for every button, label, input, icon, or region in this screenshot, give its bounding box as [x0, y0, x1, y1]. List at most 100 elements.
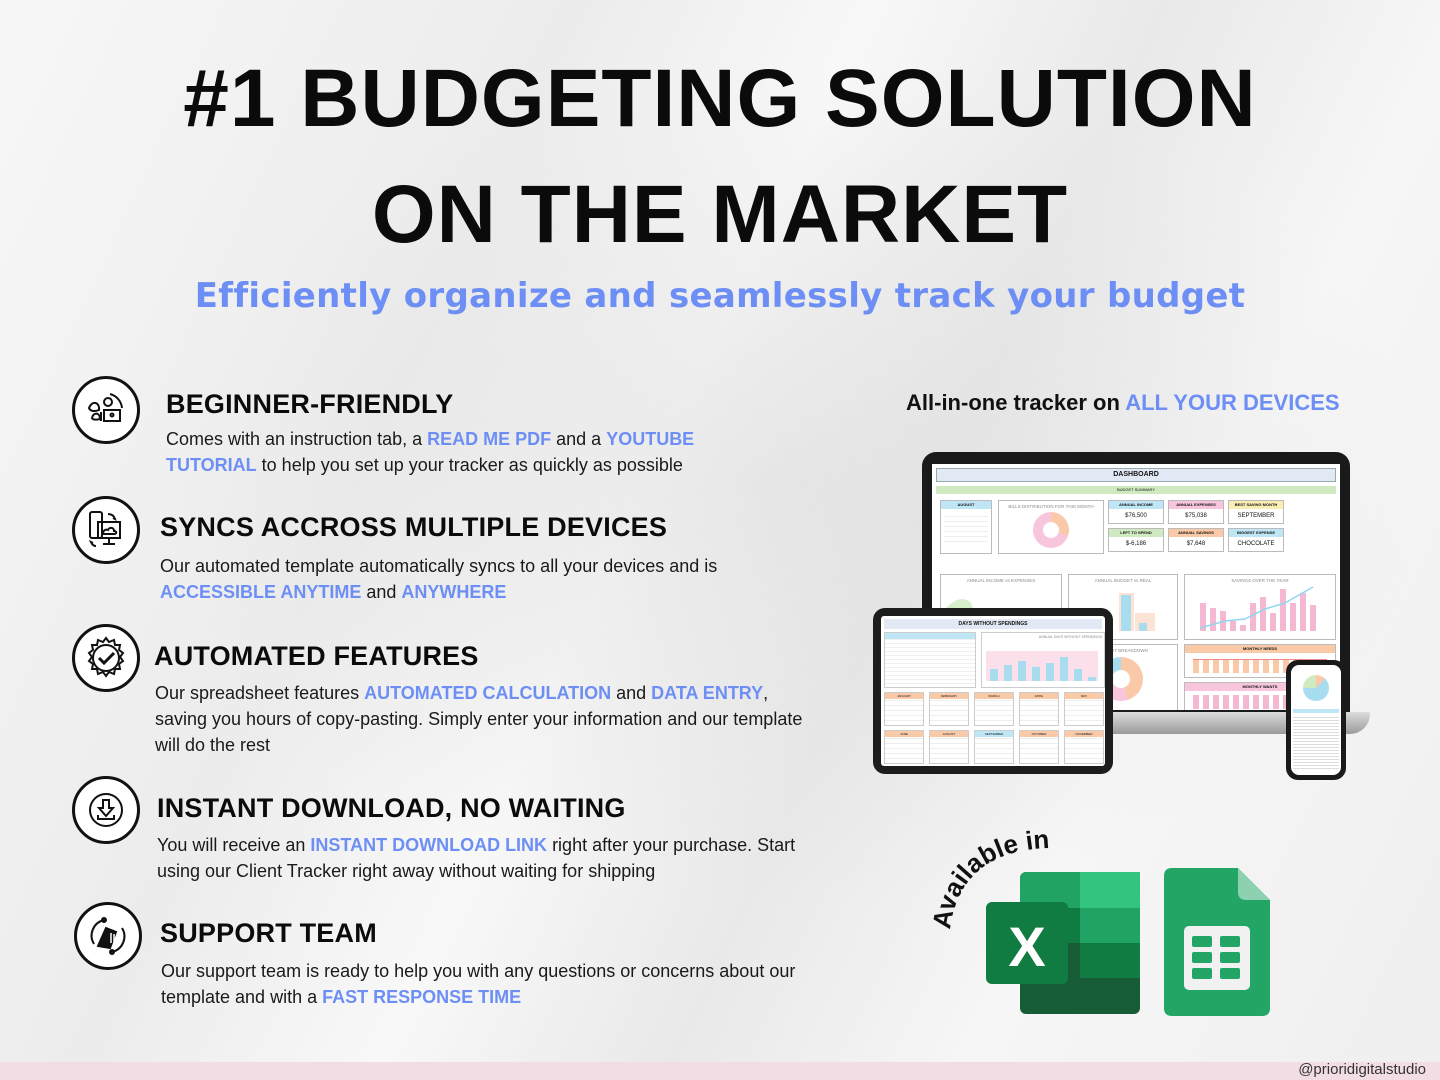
- feature-title: AUTOMATED FEATURES: [154, 641, 479, 671]
- footer-handle: @prioridigitalstudio: [1298, 1061, 1426, 1078]
- gear-check-icon: [72, 624, 140, 692]
- summary-card-value: $7,648: [1186, 541, 1206, 547]
- support-hand-icon: [74, 902, 142, 970]
- month-label: JANUARY: [885, 693, 923, 699]
- summary-card: ANNUAL INCOME $76,500: [1108, 500, 1164, 524]
- month-calendar: AUGUST: [929, 730, 969, 764]
- highlighted-text: DATA ENTRY: [651, 683, 764, 703]
- devices-caption-highlight: ALL YOUR DEVICES: [1125, 390, 1340, 415]
- summary-card-value: CHOCOLATE: [1237, 541, 1275, 547]
- month-label: MARCH: [975, 693, 1013, 699]
- days-chart: ANNUAL DAYS WITHOUT SPENDINGS: [981, 632, 1105, 688]
- description-text: Our automated template automatically syn…: [160, 556, 718, 576]
- feature-description: You will receive an INSTANT DOWNLOAD LIN…: [157, 832, 797, 884]
- summary-card-label: ANNUAL SAVINGS: [1169, 529, 1223, 537]
- feature-description: Our automated template automatically syn…: [160, 553, 760, 605]
- summary-card: ANNUAL EXPENSES $75,038: [1168, 500, 1224, 524]
- chart-title: MONTHLY NEEDS: [1185, 645, 1335, 653]
- highlighted-text: AUTOMATED CALCULATION: [364, 683, 612, 703]
- month-label: AUGUST: [930, 731, 968, 737]
- summary-card-label: LEFT TO SPEND: [1109, 529, 1163, 537]
- budget-summary-label: BUDGET SUMMARY: [936, 486, 1336, 494]
- tablet-screen: DAYS WITHOUT SPENDINGS ANNUAL DAYS WITHO…: [881, 616, 1105, 766]
- footer-bar: [0, 1062, 1440, 1080]
- summary-card-label: ANNUAL INCOME: [1109, 501, 1163, 509]
- page-subtitle: Efficiently organize and seamlessly trac…: [194, 276, 1246, 316]
- summary-card-value: SEPTEMBER: [1237, 513, 1275, 519]
- feature-title: BEGINNER-FRIENDLY: [166, 389, 454, 419]
- month-calendar: FEBRUARY: [929, 692, 969, 726]
- excel-letter: X: [1008, 915, 1045, 978]
- donut-chart: [1033, 512, 1069, 548]
- summary-card: ANNUAL SAVINGS $7,648: [1168, 528, 1224, 552]
- summary-card: BEST SAVING MONTH SEPTEMBER: [1228, 500, 1284, 524]
- calendar-grid: [944, 512, 988, 546]
- feature-title: SYNCS ACCROSS MULTIPLE DEVICES: [160, 512, 668, 542]
- calendar-month: AUGUST: [941, 501, 991, 509]
- month-label: MAY: [1065, 693, 1103, 699]
- description-text: to help you set up your tracker as quick…: [256, 455, 683, 475]
- chart-title: ANNUAL DAYS WITHOUT SPENDINGS: [1038, 635, 1102, 639]
- month-label: OCTOBER: [1020, 731, 1058, 737]
- highlighted-text: FAST RESPONSE TIME: [322, 987, 522, 1007]
- highlighted-text: INSTANT DOWNLOAD LINK: [310, 835, 548, 855]
- summary-card-value: $-6,186: [1125, 541, 1147, 547]
- month-calendar: JANUARY: [884, 692, 924, 726]
- feature-description: Our support team is ready to help you wi…: [161, 958, 801, 1010]
- summary-card-label: BEST SAVING MONTH: [1229, 501, 1283, 509]
- month-calendar: JUNE: [884, 730, 924, 764]
- feature-title: SUPPORT TEAM: [160, 918, 377, 948]
- excel-icon: X: [986, 870, 1142, 1021]
- person-laptop-leaf-icon: [72, 376, 140, 444]
- description-text: You will receive an: [157, 835, 311, 855]
- month-calendar: NOVEMBER: [1064, 730, 1104, 764]
- savings-bars: [1199, 586, 1316, 631]
- savings-over-year-chart: SAVINGS OVER THE YEAR: [1184, 574, 1336, 640]
- month-calendar: OCTOBER: [1019, 730, 1059, 764]
- description-text: Comes with an instruction tab, a: [166, 429, 428, 449]
- summary-card: BIGGEST EXPENSE CHOCOLATE: [1228, 528, 1284, 552]
- bills-distribution-chart: BILLS DISTRIBUTION FOR THIS MONTH: [998, 500, 1104, 554]
- pie-chart: [1303, 675, 1329, 701]
- description-text: and: [611, 683, 652, 703]
- feature-description: Comes with an instruction tab, a READ ME…: [166, 426, 726, 478]
- description-text: and a: [551, 429, 607, 449]
- google-sheets-icon: [1164, 868, 1272, 1021]
- summary-card-value: $75,038: [1185, 513, 1207, 519]
- month-label: APRIL: [1020, 693, 1058, 699]
- calendar-widget: AUGUST: [940, 500, 992, 554]
- devices-caption-plain: All-in-one tracker on: [906, 390, 1126, 415]
- highlighted-text: ACCESSIBLE ANYTIME: [160, 582, 362, 602]
- month-label: SEPTEMBER: [975, 731, 1013, 737]
- tablet-title: DAYS WITHOUT SPENDINGS: [884, 619, 1102, 629]
- summary-card-label: BIGGEST EXPENSE: [1229, 529, 1283, 537]
- month-label: NOVEMBER: [1065, 731, 1103, 737]
- days-bars: [986, 651, 1098, 681]
- page-title-line2: ON THE MARKET: [371, 169, 1069, 260]
- days-table: [884, 632, 976, 688]
- highlighted-text: ANYWHERE: [401, 582, 507, 602]
- download-icon: [72, 776, 140, 844]
- month-label: JUNE: [885, 731, 923, 737]
- summary-card: LEFT TO SPEND $-6,186: [1108, 528, 1164, 552]
- month-label: FEBRUARY: [930, 693, 968, 699]
- description-text: Our spreadsheet features: [155, 683, 365, 703]
- description-text: and: [361, 582, 402, 602]
- page-title-line1: #1 BUDGETING SOLUTION: [183, 53, 1257, 144]
- summary-card-label: ANNUAL EXPENSES: [1169, 501, 1223, 509]
- tablet-mockup: DAYS WITHOUT SPENDINGS ANNUAL DAYS WITHO…: [873, 608, 1113, 774]
- highlighted-text: READ ME PDF: [427, 429, 552, 449]
- phone-mockup: [1286, 660, 1346, 780]
- month-calendar: APRIL: [1019, 692, 1059, 726]
- feature-description: Our spreadsheet features AUTOMATED CALCU…: [155, 680, 805, 758]
- feature-title: INSTANT DOWNLOAD, NO WAITING: [157, 793, 626, 823]
- devices-sync-icon: [72, 496, 140, 564]
- expense-table: [1293, 715, 1339, 771]
- bills-chart-title: BILLS DISTRIBUTION FOR THIS MONTH: [1008, 504, 1094, 509]
- dashboard-title: DASHBOARD: [936, 468, 1336, 482]
- month-calendar: SEPTEMBER: [974, 730, 1014, 764]
- phone-screen: [1291, 665, 1341, 775]
- summary-card-value: $76,500: [1125, 513, 1147, 519]
- devices-caption: All-in-one tracker on ALL YOUR DEVICES: [906, 390, 1340, 416]
- month-calendar: MAY: [1064, 692, 1104, 726]
